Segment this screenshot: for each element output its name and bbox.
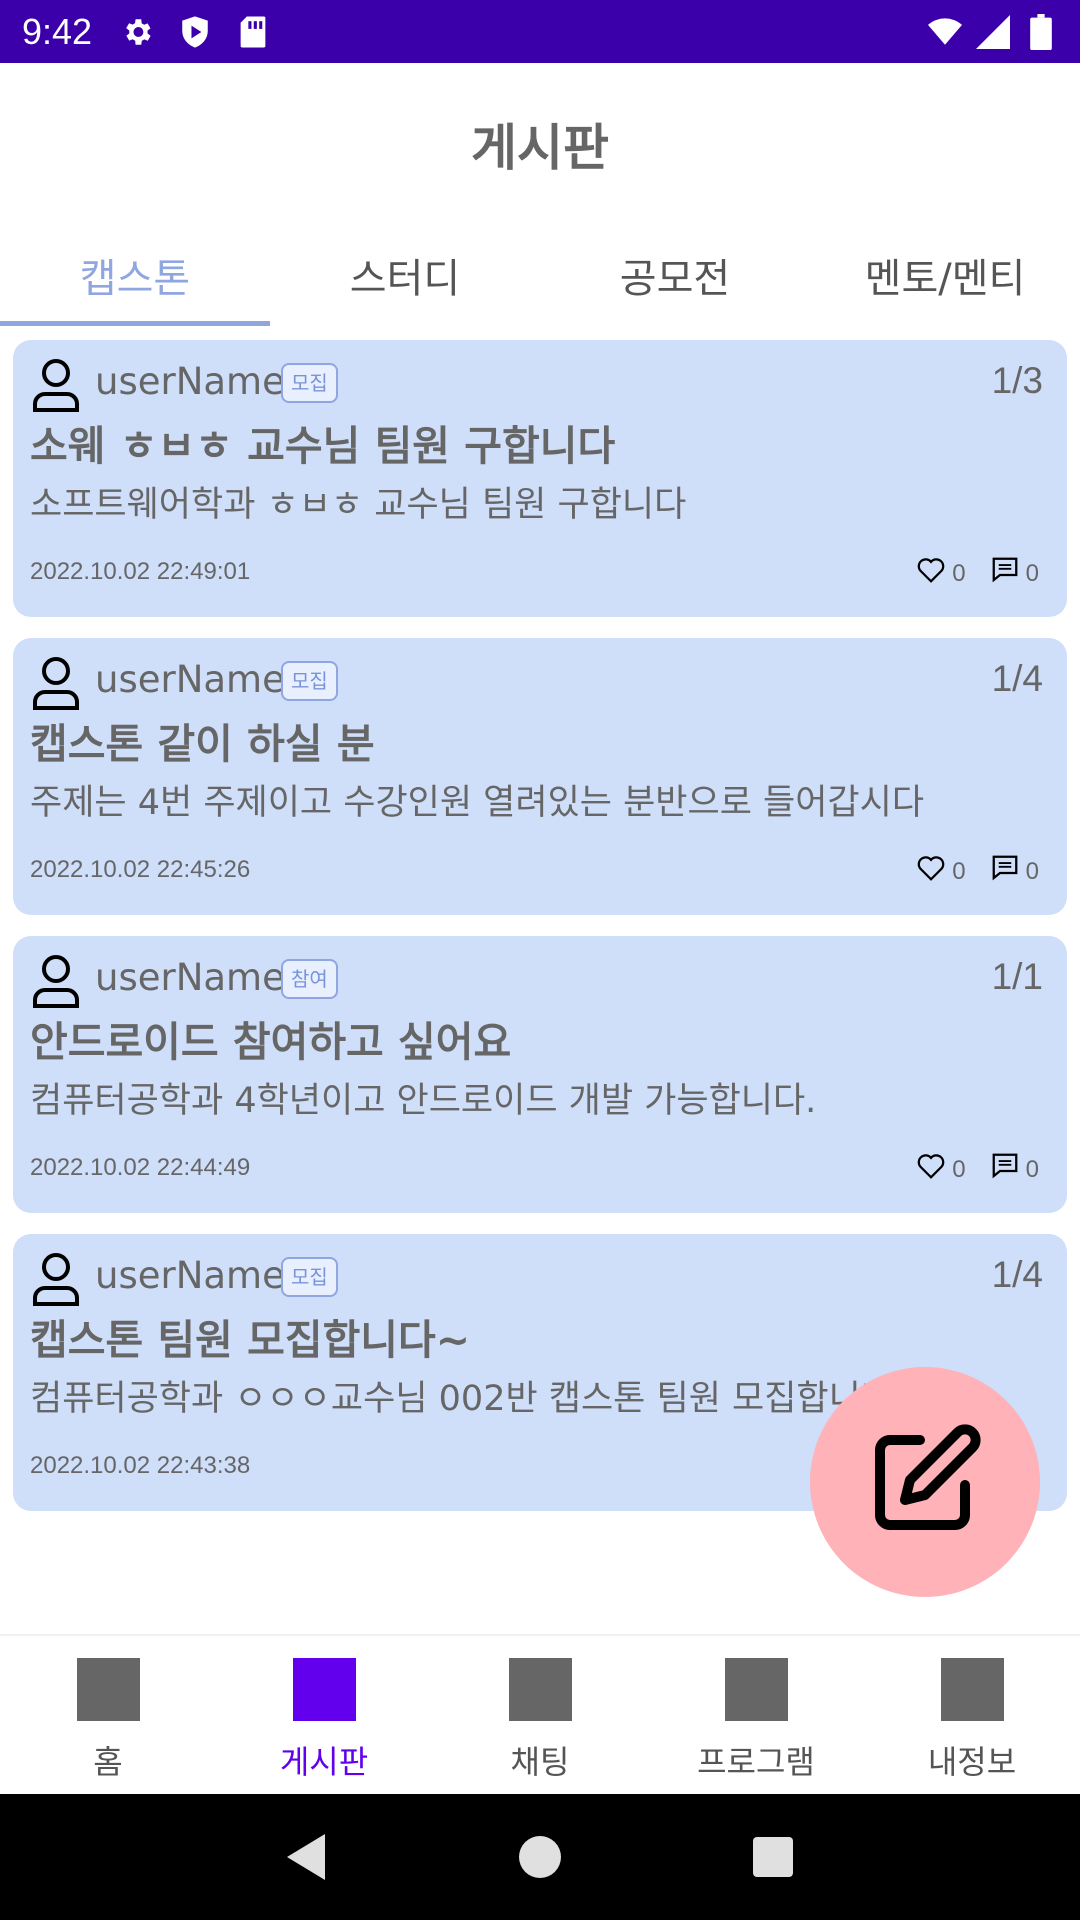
board-icon: [292, 1658, 356, 1721]
nav-board[interactable]: 게시판: [216, 1636, 432, 1794]
nav-label: 내정보: [927, 1743, 1017, 1781]
play-shield-icon: [178, 15, 212, 49]
user-avatar-icon: [31, 954, 81, 1008]
like-count: 0: [952, 858, 966, 885]
write-post-button[interactable]: [810, 1367, 1040, 1597]
status-badge: 모집: [281, 363, 338, 403]
tab-capstone[interactable]: 캡스톤: [0, 236, 270, 326]
wifi-icon: [928, 15, 962, 49]
tab-mentoring[interactable]: 멘토/멘티: [810, 236, 1080, 326]
comment-count: 0: [1025, 560, 1039, 587]
back-icon[interactable]: [282, 1832, 332, 1882]
status-bar: 9:42: [0, 0, 1080, 63]
post-stats: 0 0: [916, 850, 1039, 886]
user-avatar-icon: [31, 358, 81, 412]
member-count: 1/4: [991, 658, 1043, 699]
home-button-icon[interactable]: [515, 1832, 565, 1882]
post-body: 소프트웨어학과 ㅎㅂㅎ 교수님 팀원 구합니다: [30, 485, 687, 525]
member-count: 1/1: [991, 956, 1043, 997]
post-body: 컴퓨터공학과 4학년이고 안드로이드 개발 가능합니다.: [30, 1081, 817, 1121]
user-avatar-icon: [31, 1252, 81, 1306]
post-body: 주제는 4번 주제이고 수강인원 열려있는 분반으로 들어갑시다: [30, 783, 925, 823]
program-icon: [724, 1658, 788, 1721]
post-date: 2022.10.02 22:43:38: [30, 1452, 251, 1479]
page-title: 게시판: [471, 119, 609, 177]
status-badge: 참여: [281, 959, 338, 999]
post-date: 2022.10.02 22:45:26: [30, 856, 251, 883]
like-count: 0: [952, 560, 966, 587]
heart-icon: [916, 1151, 946, 1181]
member-count: 1/4: [991, 1254, 1043, 1295]
chat-icon: [508, 1658, 572, 1721]
post-title: 안드로이드 참여하고 싶어요: [30, 1018, 512, 1066]
status-time: 9:42: [22, 10, 93, 52]
post-date: 2022.10.02 22:44:49: [30, 1154, 251, 1181]
post-card[interactable]: userName 모집 1/3 소웨 ㅎㅂㅎ 교수님 팀원 구합니다 소프트웨어…: [13, 340, 1067, 617]
edit-icon: [865, 1420, 985, 1544]
post-author: userName: [95, 956, 285, 999]
gear-icon: [120, 15, 154, 49]
comment-count: 0: [1025, 1156, 1039, 1183]
nav-label: 게시판: [279, 1743, 369, 1781]
post-author: userName: [95, 658, 285, 701]
nav-home[interactable]: 홈: [0, 1636, 216, 1794]
comment-count: 0: [1025, 858, 1039, 885]
nav-profile[interactable]: 내정보: [864, 1636, 1080, 1794]
heart-icon: [916, 555, 946, 585]
nav-label: 채팅: [510, 1743, 570, 1781]
post-stats: 0 0: [916, 1148, 1039, 1184]
post-card[interactable]: userName 모집 1/4 캡스톤 같이 하실 분 주제는 4번 주제이고 …: [13, 638, 1067, 915]
bottom-navigation: 홈 게시판 채팅 프로그램 내정보: [0, 1634, 1080, 1794]
like-count: 0: [952, 1156, 966, 1183]
status-badge: 모집: [281, 661, 338, 701]
category-tabs: 캡스톤 스터디 공모전 멘토/멘티: [0, 236, 1080, 326]
signal-icon: [976, 14, 1010, 49]
comment-icon: [990, 853, 1020, 883]
tab-contest[interactable]: 공모전: [540, 236, 810, 326]
nav-label: 프로그램: [697, 1743, 815, 1781]
post-title: 캡스톤 팀원 모집합니다~: [30, 1316, 471, 1364]
heart-icon: [916, 853, 946, 883]
post-card[interactable]: userName 참여 1/1 안드로이드 참여하고 싶어요 컴퓨터공학과 4학…: [13, 936, 1067, 1213]
post-stats: 0 0: [916, 552, 1039, 588]
nav-label: 홈: [93, 1743, 123, 1781]
battery-icon: [1024, 13, 1058, 50]
system-navigation-bar: [0, 1794, 1080, 1920]
post-date: 2022.10.02 22:49:01: [30, 558, 251, 585]
comment-icon: [990, 1151, 1020, 1181]
tab-study[interactable]: 스터디: [270, 236, 540, 326]
member-count: 1/3: [991, 360, 1043, 401]
nav-program[interactable]: 프로그램: [648, 1636, 864, 1794]
post-title: 소웨 ㅎㅂㅎ 교수님 팀원 구합니다: [30, 422, 616, 470]
comment-icon: [990, 555, 1020, 585]
profile-icon: [940, 1658, 1004, 1721]
user-avatar-icon: [31, 656, 81, 710]
home-icon: [76, 1658, 140, 1721]
post-author: userName: [95, 1254, 285, 1297]
post-author: userName: [95, 360, 285, 403]
post-title: 캡스톤 같이 하실 분: [30, 720, 375, 768]
status-badge: 모집: [281, 1257, 338, 1297]
recents-icon[interactable]: [748, 1832, 798, 1882]
nav-chat[interactable]: 채팅: [432, 1636, 648, 1794]
post-list: userName 모집 1/3 소웨 ㅎㅂㅎ 교수님 팀원 구합니다 소프트웨어…: [13, 340, 1067, 1532]
sd-card-icon: [236, 15, 270, 49]
